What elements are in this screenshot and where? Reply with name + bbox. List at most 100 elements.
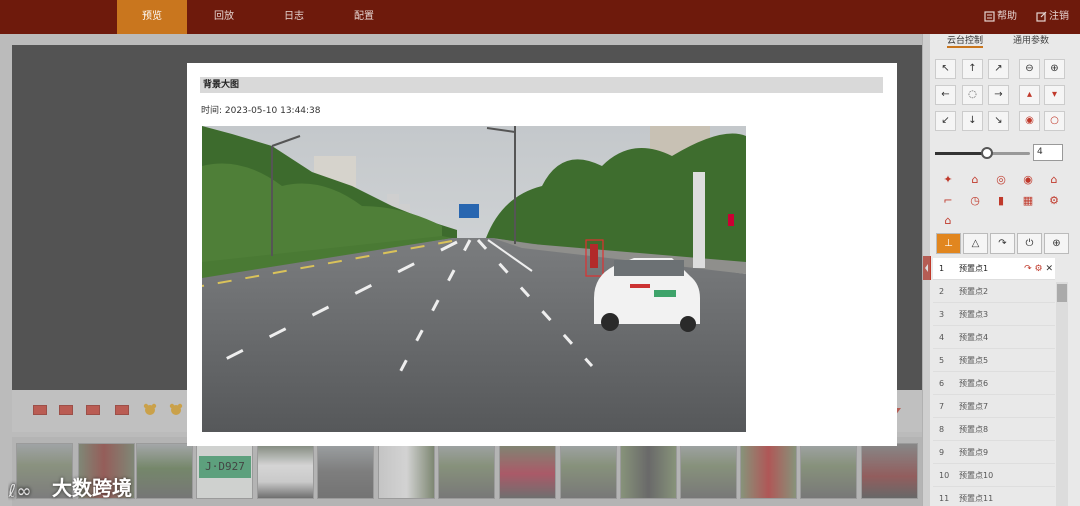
preset-name: 预置点5: [959, 356, 989, 365]
tab-common-params[interactable]: 通用参数: [1013, 34, 1049, 48]
background-image: [202, 126, 746, 432]
park-icon[interactable]: ⌂: [937, 211, 959, 230]
list-item[interactable]: 4 预置点4: [933, 327, 1055, 349]
list-item[interactable]: 5 预置点5: [933, 350, 1055, 372]
preset-name: 预置点3: [959, 310, 989, 319]
list-item[interactable]: 8 预置点8: [933, 419, 1055, 441]
tab-patrol[interactable]: △: [963, 233, 988, 254]
pan-down-button[interactable]: ↓: [962, 111, 983, 131]
logout-icon: [1036, 11, 1047, 22]
preset-number: 3: [939, 310, 945, 319]
list-item[interactable]: 2 预置点2: [933, 281, 1055, 303]
focus-far-button[interactable]: ▾: [1044, 85, 1065, 105]
preset-number: 6: [939, 379, 945, 388]
lens-init-icon[interactable]: ◉: [1017, 170, 1039, 189]
list-item[interactable]: 7 预置点7: [933, 396, 1055, 418]
pan-up-button[interactable]: ↑: [962, 59, 983, 79]
tab-log[interactable]: 日志: [259, 0, 329, 34]
preset-number: 10: [939, 471, 950, 480]
preset-number: 9: [939, 448, 945, 457]
preset-scrollbar[interactable]: [1056, 282, 1068, 506]
tab-position[interactable]: ⊕: [1044, 233, 1069, 254]
list-item[interactable]: 3 预置点3: [933, 304, 1055, 326]
list-item[interactable]: 10 预置点10: [933, 465, 1055, 487]
preset-name: 预置点10: [959, 471, 994, 480]
focus-near-button[interactable]: ▴: [1019, 85, 1040, 105]
list-item[interactable]: 11 预置点11: [933, 488, 1055, 506]
help-label: 帮助: [997, 11, 1017, 22]
list-item[interactable]: 9 预置点9: [933, 442, 1055, 464]
svg-text:ℓ∞: ℓ∞: [8, 481, 31, 502]
light-icon[interactable]: ✦: [937, 170, 959, 189]
tab-config[interactable]: 配置: [329, 0, 399, 34]
ptz-speed-slider[interactable]: [935, 147, 1030, 159]
tab-pattern[interactable]: ↷: [990, 233, 1015, 254]
pan-right-button[interactable]: →: [988, 85, 1009, 105]
pan-up-left-button[interactable]: ↖: [935, 59, 956, 79]
capture-time: 时间: 2023-05-10 13:44:38: [201, 103, 321, 116]
zoom-out-button[interactable]: ⊖: [1019, 59, 1040, 79]
help-button[interactable]: 帮助: [984, 0, 1017, 34]
preset-number: 8: [939, 425, 945, 434]
preset-name: 预置点1: [959, 264, 989, 273]
preset-name: 预置点11: [959, 494, 994, 503]
background-image-dialog: 背景大图 时间: 2023-05-10 13:44:38: [187, 63, 897, 446]
set-preset-icon[interactable]: ⚙: [1035, 264, 1043, 274]
time-value: 2023-05-10 13:44:38: [224, 106, 321, 116]
road-scene-image: [202, 126, 746, 432]
dialog-title: 背景大图: [200, 77, 883, 93]
delete-preset-icon[interactable]: ✕: [1045, 264, 1053, 274]
zoom-in-button[interactable]: ⊕: [1044, 59, 1065, 79]
preset-actions: ↷ ⚙ ✕: [1024, 258, 1053, 280]
settings-icon[interactable]: ⚙: [1043, 191, 1065, 210]
watermark-logo-icon: ℓ∞: [7, 480, 32, 502]
watermark-text: 大数跨境: [52, 476, 132, 500]
tab-preview[interactable]: 预览: [117, 0, 187, 34]
tab-playback[interactable]: 回放: [189, 0, 259, 34]
goto-preset-icon[interactable]: ↷: [1024, 264, 1032, 274]
preset-name: 预置点2: [959, 287, 989, 296]
ptz-speed-input[interactable]: 4: [1033, 144, 1063, 161]
logout-label: 注销: [1049, 11, 1069, 22]
manual-icon[interactable]: ▮: [990, 191, 1012, 210]
list-item[interactable]: 1 预置点1 ↷ ⚙ ✕: [933, 258, 1055, 280]
iris-open-button[interactable]: ◉: [1019, 111, 1040, 131]
pan-down-left-button[interactable]: ↙: [935, 111, 956, 131]
tab-power[interactable]: ⏻: [1017, 233, 1042, 254]
pan-left-button[interactable]: ←: [935, 85, 956, 105]
pan-down-right-button[interactable]: ↘: [988, 111, 1009, 131]
tab-ptz-control[interactable]: 云台控制: [947, 34, 984, 48]
timer-icon[interactable]: ◷: [964, 191, 986, 210]
ptz-speed-fill: [935, 152, 988, 155]
ptz-panel: 云台控制 通用参数 ↖ ↑ ↗ ← ◌ → ↙ ↓ ↘ ⊖ ⊕ ▴ ▾ ◉ ○ …: [922, 34, 1080, 506]
preset-name: 预置点4: [959, 333, 989, 342]
scrollbar-thumb[interactable]: [1057, 284, 1067, 302]
preset-name: 预置点8: [959, 425, 989, 434]
preset-list: 1 预置点1 ↷ ⚙ ✕ 2 预置点2 3 预置点3 4 预置点4 5 预置点5 6 预置点6…: [933, 258, 1055, 506]
list-item[interactable]: 6 预置点6: [933, 373, 1055, 395]
preset-name: 预置点6: [959, 379, 989, 388]
menu-icon[interactable]: ⌂: [1043, 170, 1065, 189]
wiper-icon[interactable]: ⌂: [964, 170, 986, 189]
time-label: 时间:: [201, 106, 223, 116]
preset-number: 2: [939, 287, 945, 296]
iris-close-button[interactable]: ○: [1044, 111, 1065, 131]
brand-watermark: ℓ∞ 大数跨境: [7, 472, 132, 502]
ptz-speed-handle[interactable]: [981, 147, 994, 159]
preset-number: 4: [939, 333, 945, 342]
auto-focus-icon[interactable]: ◎: [990, 170, 1012, 189]
track-icon[interactable]: ⌐: [937, 191, 959, 210]
logout-button[interactable]: 注销: [1036, 0, 1069, 34]
preset-name: 预置点7: [959, 402, 989, 411]
preset-name: 预置点9: [959, 448, 989, 457]
preset-number: 7: [939, 402, 945, 411]
top-nav-bar: 预览 回放 日志 配置 帮助 注销: [0, 0, 1080, 34]
pan-up-right-button[interactable]: ↗: [988, 59, 1009, 79]
auto-scan-button[interactable]: ◌: [962, 85, 983, 105]
preset-number: 1: [939, 264, 945, 273]
tab-preset[interactable]: ⊥: [936, 233, 961, 254]
preset-number: 5: [939, 356, 945, 365]
help-icon: [984, 10, 995, 22]
grid-icon[interactable]: ▦: [1017, 191, 1039, 210]
preset-number: 11: [939, 494, 950, 503]
